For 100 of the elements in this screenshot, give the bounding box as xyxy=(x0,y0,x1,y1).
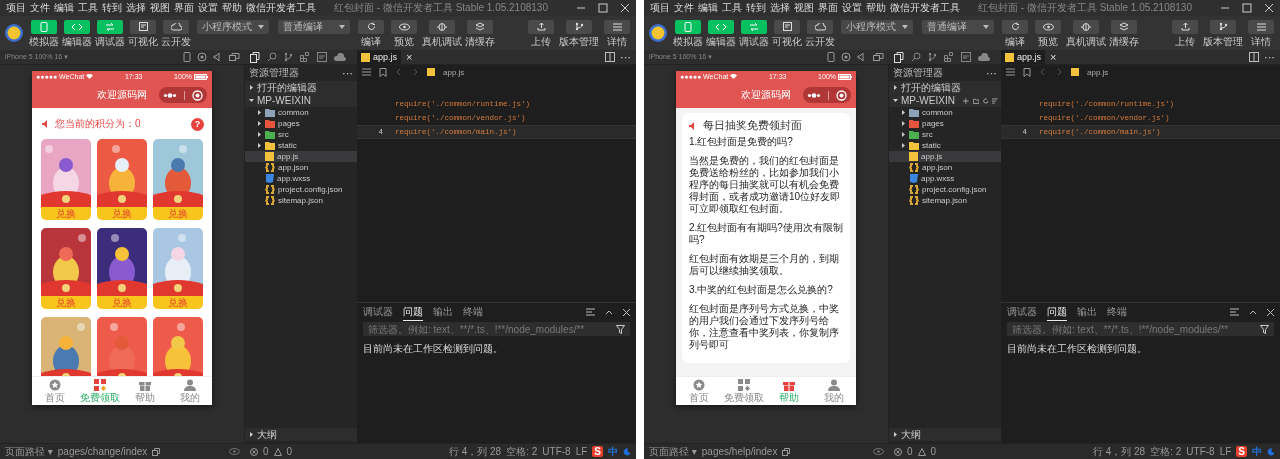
menu-item[interactable]: 文件 xyxy=(30,1,50,15)
collapse-icon[interactable] xyxy=(992,96,998,105)
file-tree-item[interactable]: sitemap.json xyxy=(889,195,1001,206)
more-button[interactable]: ··· xyxy=(986,67,997,79)
file-tree-item[interactable]: src xyxy=(245,129,357,140)
panel-tab[interactable]: 终端 xyxy=(1107,303,1127,321)
toolbar-button[interactable]: 版本管理 xyxy=(1203,19,1243,47)
panel-tab[interactable]: 终端 xyxy=(463,303,483,321)
eye-icon[interactable] xyxy=(873,448,884,455)
toolbar-button[interactable]: 清缓存 xyxy=(465,19,495,47)
toolbar-button[interactable]: 上传 xyxy=(1170,19,1200,47)
file-tree-item[interactable]: project.config.json xyxy=(245,184,357,195)
refresh-icon[interactable] xyxy=(982,96,989,105)
branch-icon[interactable] xyxy=(928,52,937,62)
eye-icon[interactable] xyxy=(229,448,240,455)
file-tree-item[interactable]: app.json xyxy=(245,162,357,173)
file-tree-item[interactable]: pages xyxy=(889,118,1001,129)
windows-icon[interactable] xyxy=(873,52,884,62)
file-tree-item[interactable]: static xyxy=(889,140,1001,151)
panel-tab[interactable]: 问题 xyxy=(1047,303,1067,321)
menu-item[interactable]: 视图 xyxy=(150,1,170,15)
section-header[interactable]: 大纲 xyxy=(889,428,1001,441)
list-icon[interactable] xyxy=(1230,308,1239,316)
cloud-icon[interactable] xyxy=(978,52,990,62)
ime-logo[interactable]: S xyxy=(1236,446,1247,457)
moon-icon[interactable] xyxy=(623,447,631,456)
tab-bar-item[interactable]: 首页 xyxy=(32,377,77,405)
file-tree-item[interactable]: pages xyxy=(245,118,357,129)
cloud-icon[interactable] xyxy=(334,52,346,62)
more-button[interactable]: ··· xyxy=(620,51,631,63)
toolbar-button[interactable]: 详情 xyxy=(1246,19,1276,47)
maximize-icon[interactable] xyxy=(1242,3,1252,13)
file-tree-item[interactable]: app.js xyxy=(245,151,357,162)
indent-setting[interactable]: 空格: 2 xyxy=(1150,444,1182,459)
view-toggle[interactable]: 调试器 xyxy=(739,19,769,47)
file-tree-item[interactable]: app.json xyxy=(889,162,1001,173)
editor-tab[interactable]: app.js xyxy=(357,50,402,64)
file-tree-item[interactable]: project.config.json xyxy=(889,184,1001,195)
filter-field[interactable]: 筛选器。例如: text、**/*.ts、!**/node_modules/** xyxy=(1007,322,1274,336)
filter-field[interactable]: 筛选器。例如: text、**/*.ts、!**/node_modules/** xyxy=(363,322,630,336)
toolbar-button[interactable]: 版本管理 xyxy=(559,19,599,47)
view-toggle[interactable]: 编辑器 xyxy=(62,19,92,47)
tab-bar-item[interactable]: 免费领取 xyxy=(721,377,766,405)
bookmark-icon[interactable] xyxy=(1023,67,1031,77)
menu-item[interactable]: 微信开发者工具 xyxy=(246,1,316,15)
split-icon[interactable] xyxy=(605,52,615,62)
close-icon[interactable] xyxy=(623,308,630,316)
windows-icon[interactable] xyxy=(229,52,240,62)
close-tab-button[interactable]: × xyxy=(406,52,413,62)
breadcrumb[interactable]: app.js xyxy=(1087,67,1109,77)
panel-icon[interactable] xyxy=(961,52,971,62)
compile-select[interactable]: 普通编译 xyxy=(278,20,350,34)
close-icon[interactable] xyxy=(1267,308,1274,316)
close-icon[interactable] xyxy=(1264,3,1274,13)
ime-logo[interactable]: S xyxy=(592,446,603,457)
menu-item[interactable]: 工具 xyxy=(78,1,98,15)
file-tree-item[interactable]: src xyxy=(889,129,1001,140)
menu-item[interactable]: 微信开发者工具 xyxy=(890,1,960,15)
bookmark-icon[interactable] xyxy=(379,67,387,77)
split-icon[interactable] xyxy=(1249,52,1259,62)
cursor-position[interactable]: 行 4，列 28 xyxy=(448,444,502,459)
folder-plus-icon[interactable] xyxy=(972,96,979,105)
view-toggle[interactable]: 可视化 xyxy=(772,19,802,47)
more-button[interactable]: ··· xyxy=(1264,51,1275,63)
close-icon[interactable] xyxy=(620,3,630,13)
toolbar-button[interactable]: 详情 xyxy=(602,19,632,47)
view-toggle[interactable]: 云开发 xyxy=(805,19,835,47)
tab-bar-item[interactable]: 我的 xyxy=(811,377,856,405)
menu-item[interactable]: 界面 xyxy=(174,1,194,15)
editor-tab[interactable]: app.js xyxy=(1001,50,1046,64)
avatar-icon[interactable] xyxy=(648,23,668,43)
page-path-label[interactable]: 页面路径 ▾ xyxy=(649,444,697,459)
tab-bar-item[interactable]: 我的 xyxy=(167,377,212,405)
file-tree-item[interactable]: common xyxy=(245,107,357,118)
tab-bar-item[interactable]: 帮助 xyxy=(122,377,167,405)
avatar-icon[interactable] xyxy=(4,23,24,43)
file-tree-item[interactable]: app.wxss xyxy=(889,173,1001,184)
view-toggle[interactable]: 编辑器 xyxy=(706,19,736,47)
copy-icon[interactable] xyxy=(782,447,791,456)
panel-icon[interactable] xyxy=(317,52,327,62)
menu-item[interactable]: 项目 xyxy=(650,1,670,15)
panel-tab[interactable]: 输出 xyxy=(1077,303,1097,321)
encoding[interactable]: UTF-8 xyxy=(542,446,571,457)
toolbar-button[interactable]: 编译 xyxy=(1000,19,1030,47)
filter-icon[interactable] xyxy=(1260,324,1269,334)
menu-item[interactable]: 编辑 xyxy=(54,1,74,15)
copy-icon[interactable] xyxy=(152,447,161,456)
section-header[interactable]: 大纲 xyxy=(245,428,357,441)
menu-item[interactable]: 设置 xyxy=(842,1,862,15)
toolbar-button[interactable]: 编译 xyxy=(356,19,386,47)
cursor-position[interactable]: 行 4，列 28 xyxy=(1092,444,1146,459)
toolbar-button[interactable]: 预览 xyxy=(1033,19,1063,47)
breadcrumb[interactable]: app.js xyxy=(443,67,465,77)
view-toggle[interactable]: 模拟器 xyxy=(673,19,703,47)
moon-icon[interactable] xyxy=(1267,447,1275,456)
file-tree-item[interactable]: app.js xyxy=(889,151,1001,162)
menu-item[interactable]: 编辑 xyxy=(698,1,718,15)
menu-item[interactable]: 转到 xyxy=(102,1,122,15)
menu-item[interactable]: 工具 xyxy=(722,1,742,15)
view-toggle[interactable]: 模拟器 xyxy=(29,19,59,47)
